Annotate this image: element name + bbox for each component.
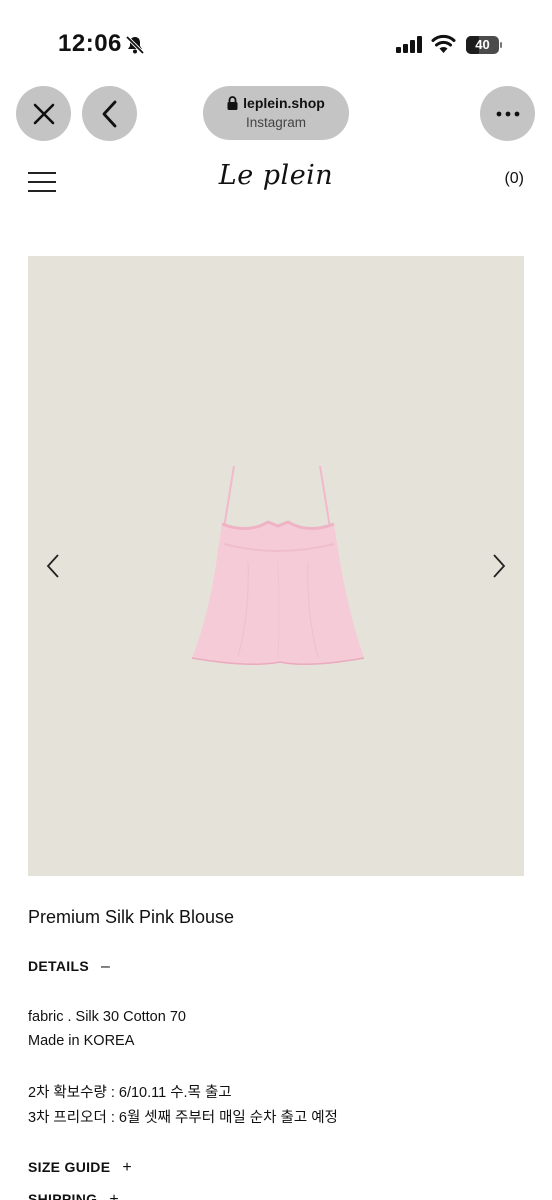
details-fabric: fabric . Silk 30 Cotton 70 xyxy=(28,1009,186,1025)
chevron-right-icon[interactable] xyxy=(490,552,508,580)
back-chevron-icon xyxy=(102,100,116,127)
size-guide-toggle[interactable]: SIZE GUIDE + xyxy=(28,1159,132,1177)
more-icon xyxy=(496,111,519,116)
hamburger-menu-icon[interactable] xyxy=(28,172,56,192)
plus-icon: + xyxy=(122,1159,133,1176)
battery-percentage: 40 xyxy=(475,37,490,52)
minus-icon: – xyxy=(100,958,111,975)
address-bar[interactable]: leplein.shop Instagram xyxy=(203,86,349,140)
address-domain: leplein.shop xyxy=(243,95,325,111)
size-guide-label: SIZE GUIDE xyxy=(28,1159,111,1175)
more-button[interactable] xyxy=(480,86,535,141)
chevron-left-icon[interactable] xyxy=(44,552,62,580)
address-source: Instagram xyxy=(245,115,307,130)
status-time: 12:06 xyxy=(58,30,122,57)
shipping-label: SHIPPING xyxy=(28,1191,98,1200)
battery-icon: 40 xyxy=(466,36,502,54)
details-origin: Made in KOREA xyxy=(28,1033,135,1049)
site-logo[interactable]: Le plein xyxy=(196,155,356,197)
close-button[interactable] xyxy=(16,86,71,141)
product-image xyxy=(28,256,524,876)
product-title: Premium Silk Pink Blouse xyxy=(28,907,235,927)
lock-icon xyxy=(227,96,238,110)
plus-icon: + xyxy=(109,1191,119,1200)
shipping-toggle[interactable]: SHIPPING + xyxy=(28,1191,119,1200)
cellular-signal-icon xyxy=(396,36,422,53)
details-preorder: 3차 프리오더 : 6월 셋째 주부터 매일 순차 출고 예정 xyxy=(28,1110,338,1126)
blouse-image xyxy=(191,465,365,665)
details-label: DETAILS xyxy=(28,958,89,974)
details-second-batch: 2차 확보수량 : 6/10.11 수.목 출고 xyxy=(28,1085,232,1101)
close-icon xyxy=(33,103,54,124)
status-bar: 12:06 40 xyxy=(0,0,552,80)
cart-link[interactable]: (0) xyxy=(504,170,524,188)
details-toggle[interactable]: DETAILS – xyxy=(28,958,110,976)
bell-slash-icon xyxy=(125,35,145,55)
back-button[interactable] xyxy=(82,86,137,141)
wifi-icon xyxy=(431,34,456,53)
